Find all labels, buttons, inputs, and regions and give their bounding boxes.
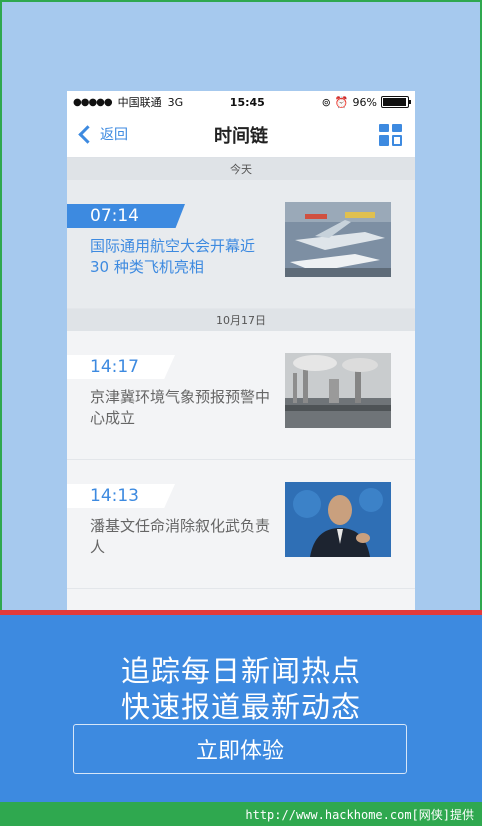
date-divider-today: 今天 <box>67 158 415 180</box>
watermark-footer: http://www.hackhome.com[网侠]提供 <box>0 802 482 826</box>
news-thumbnail-aircraft[interactable] <box>285 202 391 277</box>
battery-icon <box>381 96 411 108</box>
clock: 15:45 <box>229 95 265 109</box>
carrier-label: 中国联通 <box>117 96 162 109</box>
grid-view-icon[interactable] <box>379 124 403 146</box>
news-item[interactable]: 14:17 京津冀环境气象预报预警中心成立 <box>67 331 415 460</box>
page-title: 时间链 <box>214 126 268 147</box>
news-thumbnail-portrait[interactable] <box>285 482 391 557</box>
alarm-icon: ⏰ <box>334 95 349 109</box>
time-tag: 14:17 <box>67 355 175 379</box>
time-tag: 14:13 <box>67 484 175 508</box>
rotation-lock-icon: ⊚ <box>321 95 331 109</box>
try-now-button[interactable]: 立即体验 <box>73 724 407 774</box>
phone-screenshot: ●●●●● 中国联通 3G 15:45 ⊚ ⏰ 96% 返回 时间链 今天 07… <box>67 91 415 611</box>
news-thumbnail-industry[interactable] <box>285 353 391 428</box>
nav-bar: 返回 时间链 <box>67 113 415 158</box>
date-divider: 10月17日 <box>67 309 415 331</box>
promo-line-2: 快速报道最新动态 <box>120 690 361 724</box>
signal-icon: ●●●●● <box>73 96 113 108</box>
news-headline[interactable]: 国际通用航空大会开幕近 30 种类飞机亮相 <box>90 236 275 278</box>
chevron-left-icon <box>78 124 97 144</box>
network-label: 3G <box>167 95 184 109</box>
battery-percent: 96% <box>352 95 377 109</box>
news-item[interactable]: 07:14 国际通用航空大会开幕近 30 种类飞机亮相 <box>67 180 415 309</box>
status-bar: ●●●●● 中国联通 3G 15:45 ⊚ ⏰ 96% <box>67 91 415 113</box>
time-tag: 07:14 <box>67 204 185 228</box>
news-headline[interactable]: 潘基文任命消除叙化武负责人 <box>90 516 275 558</box>
news-headline[interactable]: 京津冀环境气象预报预警中心成立 <box>90 387 275 429</box>
back-button[interactable]: 返回 <box>78 124 128 144</box>
back-label: 返回 <box>100 127 128 143</box>
news-item[interactable]: 14:13 潘基文任命消除叙化武负责人 <box>67 460 415 589</box>
